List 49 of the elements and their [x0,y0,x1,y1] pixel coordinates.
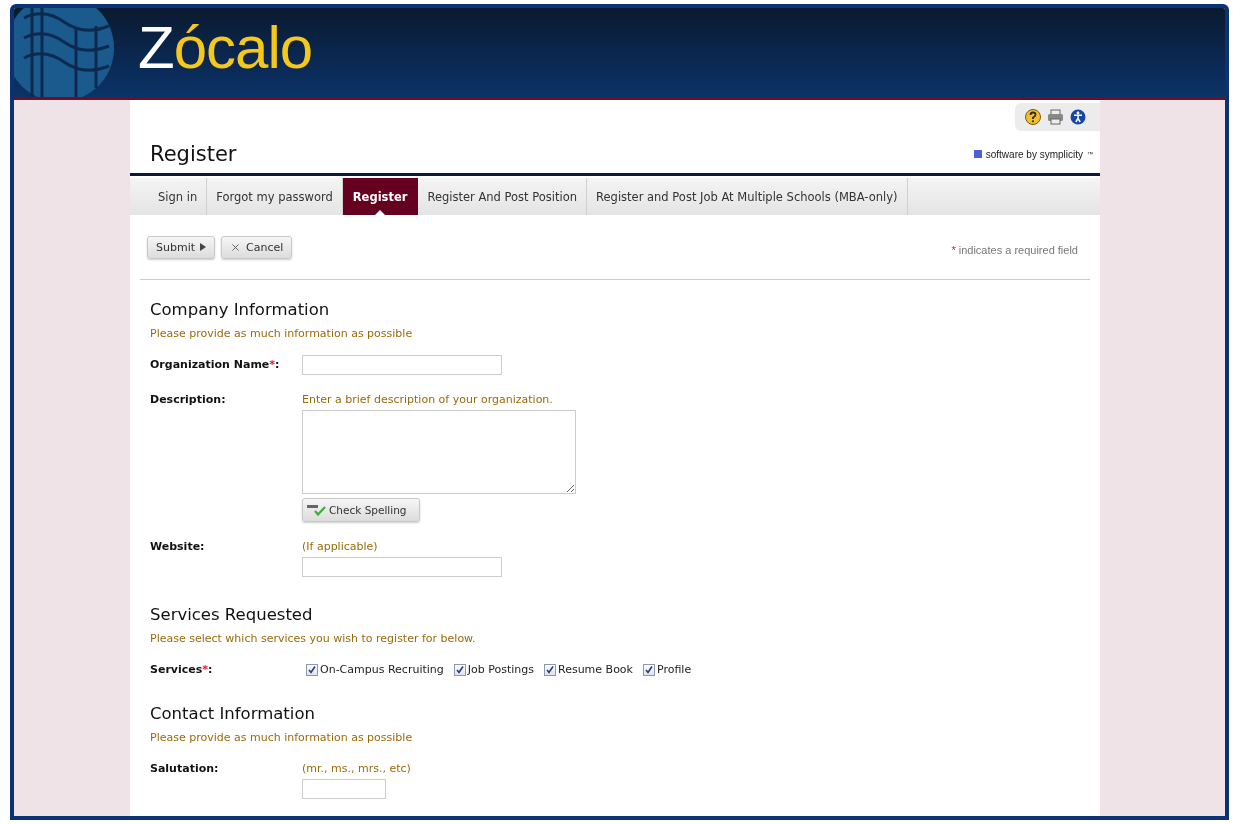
accessibility-icon[interactable] [1070,109,1086,125]
check-spelling-button[interactable]: Check Spelling [302,498,420,522]
section-hint: Please provide as much information as possible [150,327,414,340]
nav-tab[interactable]: Register and Post Job At Multiple Schools (MBA-only) [587,178,908,215]
checkmark-icon [644,665,653,674]
spellcheck-icon [307,504,327,516]
nav-tab[interactable]: Forgot my password [207,178,343,215]
checkbox[interactable] [642,663,655,676]
page-title: Register [150,142,237,166]
checkmark-icon [455,665,464,674]
checkbox-label: On-Campus Recruiting [320,663,444,676]
checkmark-icon [546,665,554,674]
section-title: Contact Information [150,704,316,723]
close-icon [230,241,242,253]
checkbox-label: Profile [656,663,692,676]
field-note: Enter a brief description of your organization. [302,392,554,406]
field-label: Description: [150,392,227,408]
description-field[interactable] [302,410,576,494]
section-title: Company Information [150,300,331,319]
site-logo: Zócalo [138,17,313,78]
nav-tab[interactable]: Register And Post Position [418,178,588,215]
checkbox[interactable] [306,663,318,676]
help-icon[interactable] [1025,109,1041,125]
nav-tab[interactable]: Register [342,178,419,215]
section-hint: Please select which services you wish to register for below. [150,632,477,645]
caret-icon [200,243,207,251]
text-field[interactable] [302,779,386,799]
field-label: Services*: [150,662,214,676]
required-note: * indicates a required field [951,243,1078,256]
cancel-button[interactable]: Cancel [221,235,293,259]
section-title: Services Requested [150,605,314,624]
printer-icon[interactable] [1047,109,1064,125]
checkmark-icon [308,665,316,674]
text-field[interactable] [302,355,502,375]
field-note: (If applicable) [302,539,379,553]
submit-button[interactable]: Submit [147,235,216,259]
logo-emblem-icon [14,8,114,97]
checkbox-label: Job Postings [467,663,534,676]
field-note: (mr., ms., mrs., etc) [302,761,412,775]
section-hint: Please provide as much information as possible [150,731,414,744]
nav-tab[interactable]: Sign in [130,178,208,215]
vendor-credit: software by symplicity $^{™}$ [973,148,1093,160]
field-label: Website: [150,539,206,555]
checkbox[interactable] [544,663,556,676]
checkbox[interactable] [453,663,466,676]
checkbox-label: Resume Book [558,663,633,676]
field-label: Organization Name*: [150,357,281,373]
field-label: Salutation: [150,761,220,777]
text-field[interactable] [302,557,502,577]
